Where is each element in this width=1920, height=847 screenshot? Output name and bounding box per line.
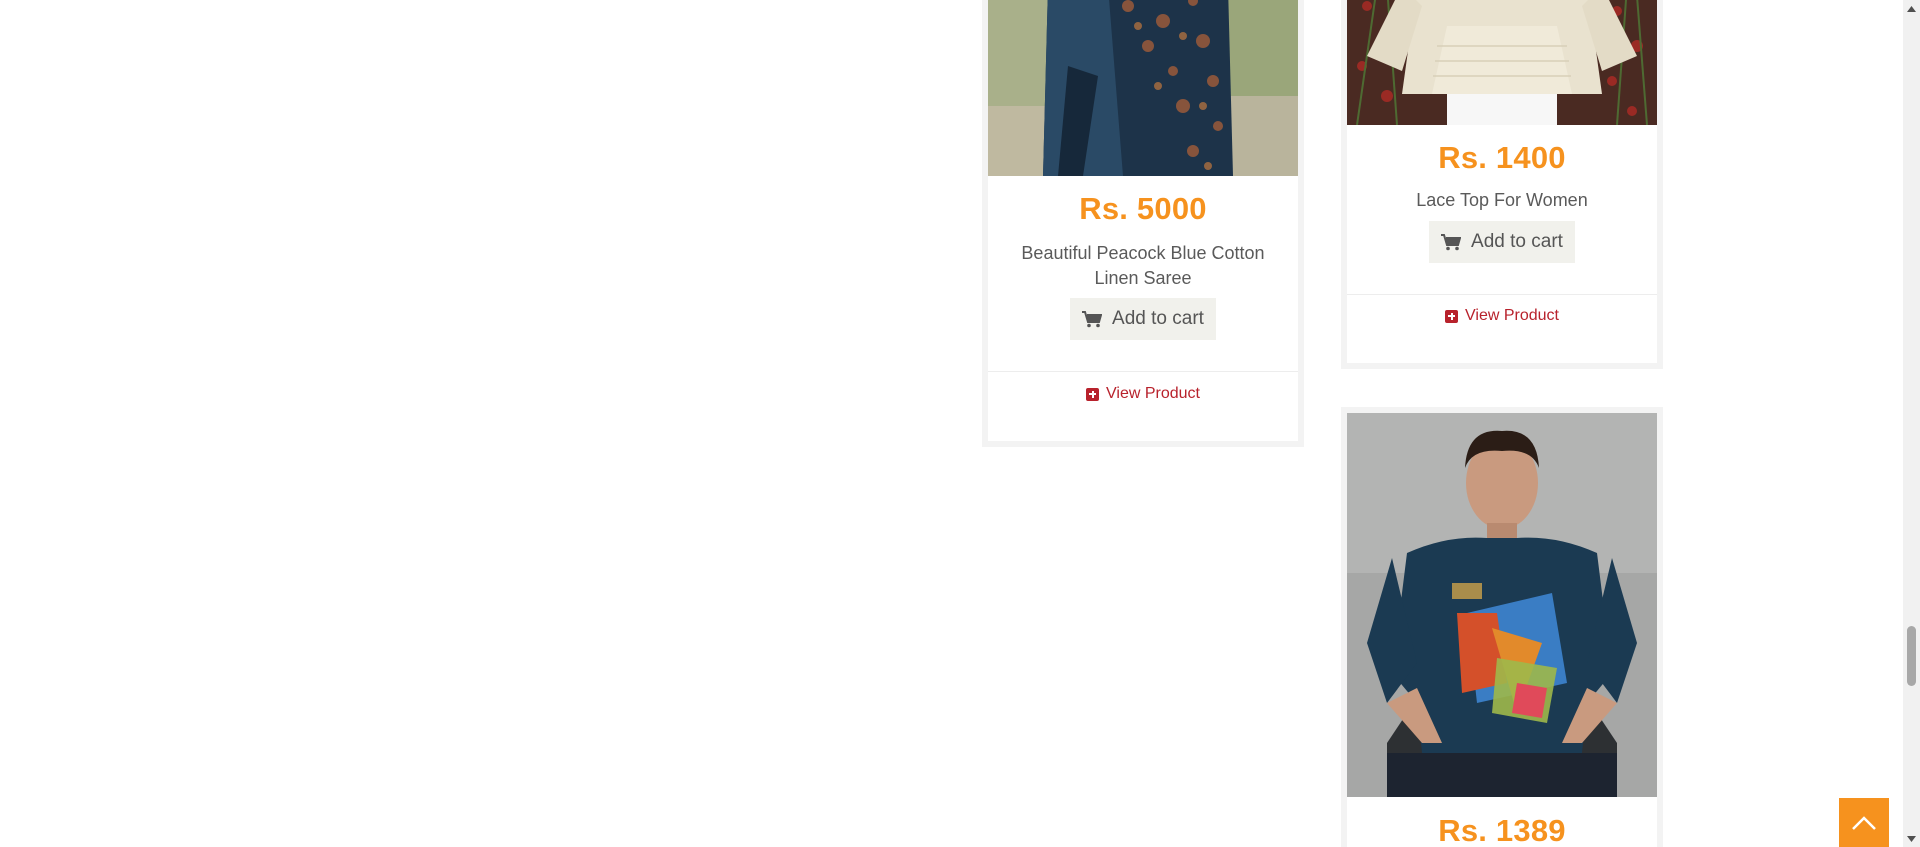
add-to-cart-label: Add to cart <box>1471 231 1563 252</box>
product-image-lace-top[interactable] <box>1347 0 1657 125</box>
view-product-link[interactable]: View Product <box>988 382 1298 406</box>
triangle-down-icon <box>1907 835 1916 842</box>
vertical-scrollbar[interactable] <box>1903 0 1920 847</box>
product-price: Rs. 5000 <box>1079 191 1207 226</box>
product-name[interactable]: Lace Top For Women <box>1357 188 1647 213</box>
product-image-saree[interactable] <box>988 0 1298 176</box>
saree-photo <box>988 0 1298 176</box>
page-viewport: Rs. 5000 Beautiful Peacock Blue Cotton L… <box>0 0 1920 847</box>
product-card-lace-top: Rs. 1400 Lace Top For Women Add to cart … <box>1341 0 1663 369</box>
cart-icon <box>1082 310 1103 327</box>
product-image-tshirt[interactable] <box>1347 413 1657 797</box>
product-name[interactable]: Beautiful Peacock Blue Cotton Linen Sare… <box>998 241 1288 291</box>
product-card-saree: Rs. 5000 Beautiful Peacock Blue Cotton L… <box>982 0 1304 447</box>
view-product-link[interactable]: View Product <box>1347 304 1657 328</box>
cart-icon <box>1441 233 1462 250</box>
chevron-up-icon <box>1852 816 1876 830</box>
product-price: Rs. 1389 <box>1438 813 1566 847</box>
view-product-label: View Product <box>1106 385 1200 402</box>
plus-square-icon <box>1086 387 1099 401</box>
view-product-label: View Product <box>1465 307 1559 324</box>
scroll-up-arrow[interactable] <box>1903 0 1920 17</box>
add-to-cart-label: Add to cart <box>1112 308 1204 329</box>
add-to-cart-button[interactable]: Add to cart <box>1429 221 1575 263</box>
plus-square-icon <box>1445 309 1458 323</box>
scroll-down-arrow[interactable] <box>1903 830 1920 847</box>
tshirt-photo <box>1347 413 1657 797</box>
scrollbar-thumb[interactable] <box>1907 626 1916 686</box>
product-card-tshirt: Rs. 1389 <box>1341 407 1663 847</box>
product-price: Rs. 1400 <box>1438 140 1566 175</box>
card-divider <box>988 371 1298 372</box>
card-divider <box>1347 294 1657 295</box>
add-to-cart-button[interactable]: Add to cart <box>1070 298 1216 340</box>
back-to-top-button[interactable] <box>1839 798 1889 847</box>
triangle-up-icon <box>1907 5 1916 12</box>
lace-top-photo <box>1347 0 1657 125</box>
